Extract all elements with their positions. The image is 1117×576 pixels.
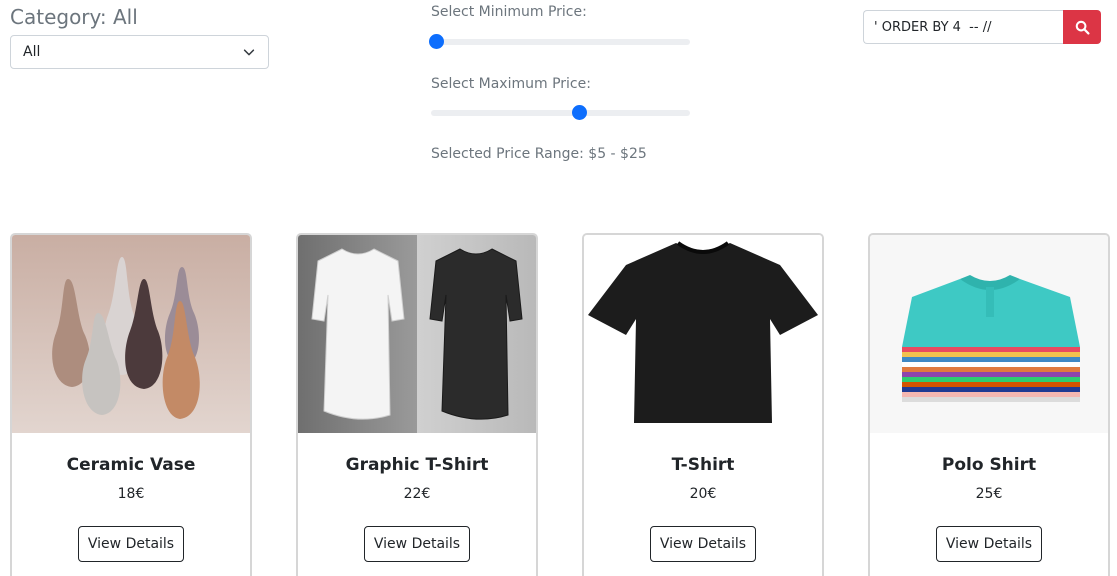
search-button[interactable] [1063,10,1101,44]
product-name: Polo Shirt [941,455,1037,475]
product-image-black-tshirt [584,235,822,433]
max-price-label: Select Maximum Price: [431,76,591,92]
product-card: Graphic T-Shirt 22€ View Details [296,233,538,576]
product-price: 25€ [975,486,1003,502]
product-price: 18€ [117,486,145,502]
product-name: Graphic T-Shirt [345,455,489,475]
view-details-button[interactable]: View Details [650,526,756,562]
view-details-button[interactable]: View Details [78,526,184,562]
product-price: 22€ [403,486,431,502]
min-price-thumb[interactable] [429,34,445,49]
max-price-slider[interactable] [431,105,690,121]
view-details-button[interactable]: View Details [364,526,470,562]
max-price-thumb[interactable] [571,105,587,120]
product-price: 20€ [689,486,717,502]
product-card: T-Shirt 20€ View Details [582,233,824,576]
product-image-white-black-tshirts [298,235,536,433]
shop-page: Category: All All Select Minimum Price: … [0,0,1117,576]
view-details-button[interactable]: View Details [936,526,1042,562]
product-name: Ceramic Vase [66,455,196,475]
category-title: Category: All [10,5,138,29]
product-image-stacked-polo-shirts [870,235,1108,433]
min-price-track [431,39,690,45]
selected-price-range: Selected Price Range: $5 - $25 [431,146,647,162]
chevron-down-icon [243,49,255,56]
min-price-label: Select Minimum Price: [431,4,587,20]
max-price-track [431,110,690,116]
search-icon [1075,20,1090,35]
product-card: Polo Shirt 25€ View Details [868,233,1110,576]
min-price-slider[interactable] [429,34,690,50]
product-image-ceramic-vases [12,235,250,433]
product-name: T-Shirt [671,455,735,475]
product-card: Ceramic Vase 18€ View Details [10,233,252,576]
category-select[interactable]: All [10,35,269,69]
search-input[interactable] [863,10,1063,44]
category-selected-value: All [23,44,41,60]
